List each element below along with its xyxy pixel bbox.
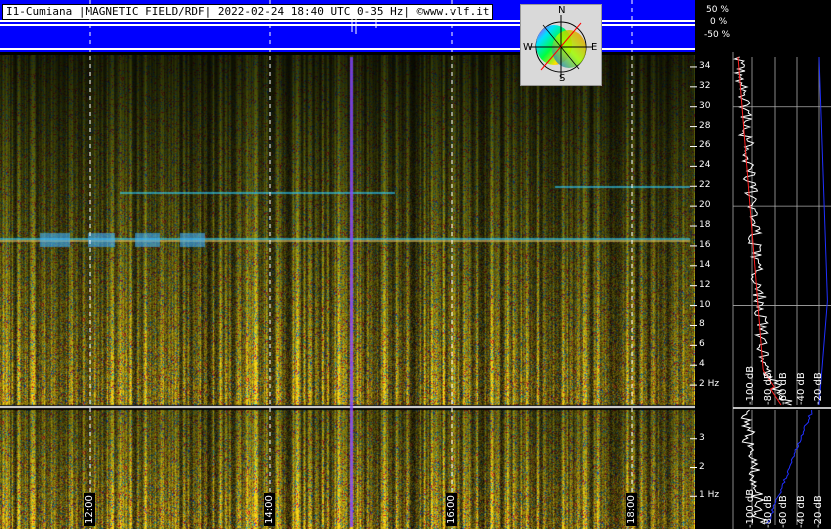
- axis-labels: 2 Hz 4 6 8 10 12 14 16 18 20 22 24 26 28 30 32 34 1 Hz 2 3 -…: [0, 0, 831, 529]
- hz-tick-label: 12: [699, 279, 711, 290]
- db-tick-label: -20 dB: [813, 495, 824, 528]
- hz-tick-label: 14: [699, 259, 711, 270]
- db-tick-label: -40 dB: [796, 372, 807, 405]
- db-tick-label: -100 dB: [745, 365, 756, 405]
- db-tick-label: -20 dB: [813, 372, 824, 405]
- hz-tick-label: 28: [699, 120, 711, 131]
- time-tick-label: 14:00: [264, 493, 275, 526]
- time-tick-label: 16:00: [446, 493, 457, 526]
- hz-tick-label: 18: [699, 220, 711, 231]
- hz-tick-label: 16: [699, 239, 711, 250]
- db-tick-label: -80 dB: [763, 495, 774, 528]
- hz-tick-label: 24: [699, 160, 711, 171]
- hz-tick-label: 2: [699, 461, 705, 472]
- db-tick-label: -60 dB: [778, 495, 789, 528]
- db-tick-label: -100 dB: [745, 488, 756, 528]
- hz-tick-label: 10: [699, 299, 711, 310]
- time-tick-label: 18:00: [626, 493, 637, 526]
- hz-tick-label: 32: [699, 80, 711, 91]
- hz-tick-label: 6: [699, 339, 705, 350]
- hz-tick-label: 20: [699, 200, 711, 211]
- hz-tick-label: 2 Hz: [699, 379, 720, 390]
- hz-tick-label: 4: [699, 359, 705, 370]
- hz-tick-label: 34: [699, 60, 711, 71]
- hz-tick-label: 30: [699, 100, 711, 111]
- hz-tick-label: 1 Hz: [699, 490, 720, 501]
- hz-tick-label: 22: [699, 180, 711, 191]
- db-tick-label: -60 dB: [778, 372, 789, 405]
- hz-tick-label: 26: [699, 140, 711, 151]
- db-tick-label: -80 dB: [763, 372, 774, 405]
- time-tick-label: 12:00: [84, 493, 95, 526]
- hz-tick-label: 3: [699, 432, 705, 443]
- hz-tick-label: 8: [699, 319, 705, 330]
- db-tick-label: -40 dB: [796, 495, 807, 528]
